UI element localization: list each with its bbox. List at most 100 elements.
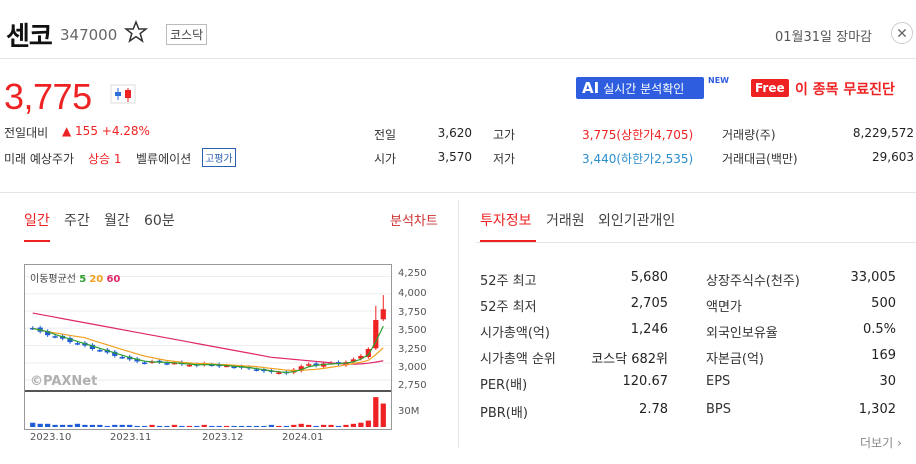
- close-icon[interactable]: [891, 22, 913, 44]
- volume-bar: [291, 424, 297, 427]
- invest-value: 120.67: [622, 374, 669, 389]
- analysis-chart-link[interactable]: 분석차트: [390, 210, 438, 229]
- watermark-logo: ©PAXNet: [30, 374, 98, 389]
- volume-bar: [179, 425, 185, 427]
- amount-value: 29,603: [872, 150, 914, 164]
- favorite-star-icon[interactable]: [124, 20, 148, 44]
- y-tick: 4,250: [398, 268, 427, 279]
- candle-body: [97, 350, 103, 352]
- candle-body: [74, 343, 81, 345]
- forecast-value[interactable]: 상승 1: [88, 150, 122, 167]
- valuation-label: 벨류에이션: [136, 152, 192, 166]
- invest-label: PER(배): [480, 378, 528, 393]
- more-link[interactable]: 더보기 ›: [860, 434, 902, 451]
- volume-bar: [134, 425, 140, 427]
- new-badge: NEW: [708, 76, 729, 85]
- candle-body: [253, 369, 260, 371]
- tab-weekly[interactable]: 주간: [64, 210, 90, 230]
- ai-analysis-button[interactable]: AI 실시간 분석확인: [576, 77, 704, 99]
- ma5-label: 5: [79, 274, 87, 285]
- invest-value: 30: [879, 374, 896, 389]
- tab-daily[interactable]: 일간: [24, 210, 50, 230]
- candle-body: [306, 364, 312, 366]
- volume-bar: [306, 424, 312, 427]
- prev-close-value: 3,620: [437, 126, 472, 140]
- invest-label: 시가총액(억): [480, 326, 550, 341]
- invest-value: 2,705: [630, 296, 668, 311]
- volume-bar: [283, 425, 289, 427]
- ai-logo: AI: [582, 79, 600, 97]
- candlestick-chart: [25, 275, 391, 427]
- ma20-label: 20: [89, 274, 104, 285]
- tab-underline: [24, 240, 50, 242]
- ma60-line: [32, 312, 384, 365]
- free-diagnosis-link[interactable]: 이 종목 무료진단: [795, 79, 895, 99]
- price-change: ▲ 155 +4.28%: [62, 124, 150, 138]
- divider: [0, 192, 916, 193]
- volume-value: 8,229,572: [852, 126, 914, 140]
- invest-value: 코스닥 682위: [591, 352, 668, 367]
- volume-bar: [201, 424, 207, 427]
- free-diagnosis-badge[interactable]: Free: [751, 79, 789, 97]
- volume-bar: [313, 425, 319, 427]
- invest-label: PBR(배): [480, 406, 528, 421]
- tab-invest-info[interactable]: 투자정보: [480, 210, 532, 230]
- invest-label: 52주 최저: [480, 300, 537, 315]
- invest-value: 5,680: [630, 270, 668, 285]
- candle-body: [164, 363, 170, 365]
- volume-bar: [365, 420, 371, 427]
- divider: [476, 242, 916, 243]
- volume-bar: [67, 424, 73, 427]
- invest-label: EPS: [706, 374, 731, 389]
- volume-bar: [97, 424, 103, 427]
- y-tick: 3,500: [398, 325, 427, 336]
- tab-brokers[interactable]: 거래원: [546, 210, 585, 230]
- invest-label: 시가총액 순위: [480, 352, 556, 367]
- tab-investor-types[interactable]: 외인기관개인: [598, 210, 675, 230]
- invest-label: 액면가: [706, 300, 742, 315]
- volume-bar: [59, 424, 66, 427]
- candle-body: [52, 336, 58, 338]
- low-value: 3,440(하한가2,535): [582, 152, 694, 166]
- volume-bar: [164, 425, 170, 427]
- tab-60min[interactable]: 60분: [144, 210, 175, 230]
- valuation-badge[interactable]: 고평가: [202, 148, 236, 167]
- invest-label: 자본금(억): [706, 352, 764, 367]
- ma-title: 이동평균선: [30, 274, 76, 285]
- volume-bar: [224, 425, 230, 427]
- market-status: 01월31일 장마감: [774, 30, 872, 45]
- y-tick: 3,000: [398, 362, 427, 373]
- volume-bar: [246, 425, 252, 427]
- moving-average-legend: 이동평균선 5 20 60: [30, 270, 120, 285]
- volume-bar: [253, 425, 260, 427]
- price-chart[interactable]: [24, 264, 392, 430]
- candle-body: [186, 364, 192, 367]
- x-tick: 2023.12: [202, 432, 244, 443]
- x-tick: 2023.11: [110, 432, 152, 443]
- volume-tick: 30M: [398, 406, 420, 417]
- current-price: 3,775: [4, 76, 92, 117]
- volume-bar: [350, 423, 357, 427]
- y-tick: 4,000: [398, 288, 427, 299]
- invest-value: 33,005: [850, 270, 897, 285]
- volume-bar: [149, 424, 155, 427]
- open-value: 3,570: [437, 150, 472, 164]
- volume-bar: [171, 424, 178, 427]
- volume-bar: [37, 423, 43, 427]
- volume-bar: [276, 425, 282, 427]
- volume-bar: [328, 424, 334, 427]
- low-label: 저가: [493, 152, 516, 166]
- volume-bar: [320, 424, 327, 427]
- volume-bar: [89, 424, 96, 427]
- volume-bar: [82, 424, 88, 427]
- tab-monthly[interactable]: 월간: [104, 210, 130, 230]
- stock-code: 347000: [60, 26, 118, 44]
- volume-bar: [216, 425, 222, 427]
- invest-value: 169: [871, 348, 896, 363]
- candle-body: [119, 356, 125, 359]
- volume-bar: [156, 425, 163, 427]
- invest-label: BPS: [706, 402, 732, 417]
- volume-bar: [45, 423, 51, 427]
- volume-bar: [380, 403, 386, 427]
- high-value: 3,775(상한가4,705): [582, 128, 694, 142]
